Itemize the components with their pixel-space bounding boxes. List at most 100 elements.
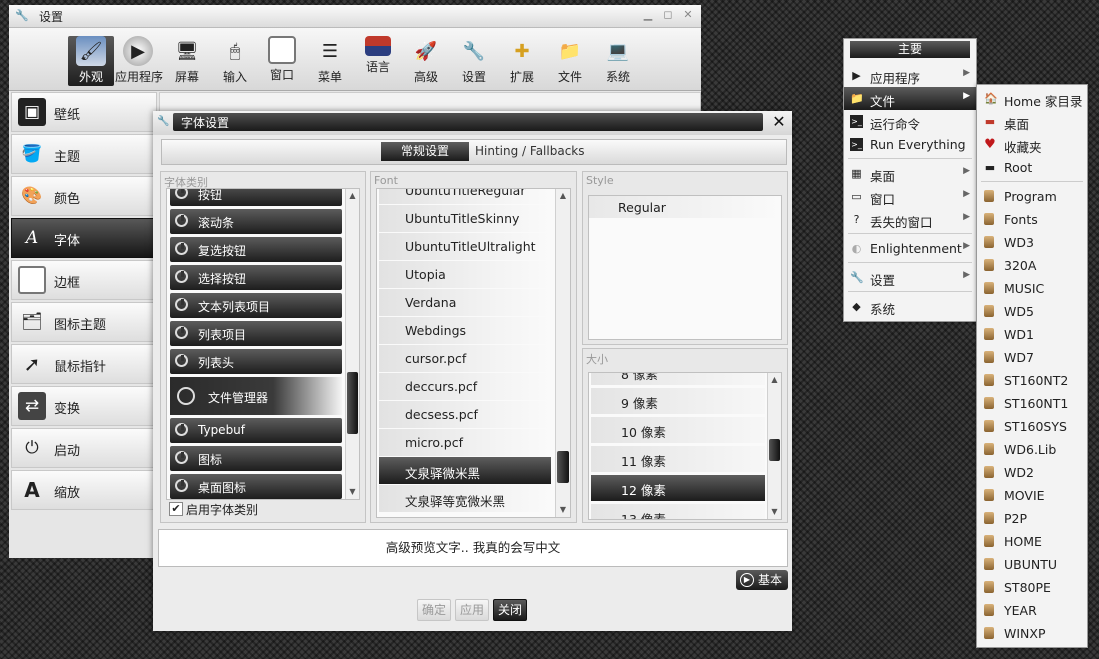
list-item[interactable]: Regular (589, 196, 781, 218)
submenu-item-volume[interactable]: ST160SYS (977, 415, 1087, 438)
list-item[interactable]: micro.pcf (379, 429, 551, 456)
close-icon[interactable]: ✕ (681, 8, 695, 22)
submenu-item-volume[interactable]: HOME (977, 530, 1087, 553)
tool-appearance[interactable]: 🖌 外观 (68, 36, 114, 86)
list-item[interactable]: 选择按钮 (170, 265, 342, 290)
scroll-down-icon[interactable]: ▼ (556, 505, 570, 515)
close-button[interactable]: 关闭 (493, 599, 527, 621)
list-item[interactable]: UbuntuTitleUltralight (379, 233, 551, 260)
submenu-item-volume[interactable]: WD5 (977, 300, 1087, 323)
sidebar-item-startup[interactable]: ⏻ 启动 (11, 428, 157, 468)
submenu-item-home[interactable]: 🏠 Home 家目录 (977, 87, 1087, 110)
tool-advanced[interactable]: 🚀 高级 (403, 36, 449, 86)
list-item[interactable]: Verdana (379, 289, 551, 316)
submenu-item-volume[interactable]: UBUNTU (977, 553, 1087, 576)
list-item[interactable]: 桌面图标 (170, 474, 342, 499)
category-scrollbar[interactable]: ▲ ▼ (345, 189, 359, 499)
menu-item-settings[interactable]: 🔧 设置 ▶ (844, 266, 976, 289)
scroll-up-icon[interactable]: ▲ (768, 375, 781, 385)
scroll-thumb[interactable] (769, 439, 780, 461)
list-item[interactable]: UbuntuTitleSkinny (379, 205, 551, 232)
sidebar-item-wallpaper[interactable]: ▣ 壁纸 (11, 92, 157, 132)
enable-categories-checkbox[interactable]: ✔ (169, 502, 183, 516)
submenu-item-volume[interactable]: Fonts (977, 208, 1087, 231)
list-item[interactable]: 列表项目 (170, 321, 342, 346)
size-scrollbar[interactable]: ▲ ▼ (767, 373, 781, 519)
sidebar-item-theme[interactable]: 🪣 主题 (11, 134, 157, 174)
category-list[interactable]: 按钮 滚动条 复选按钮 选择按钮 文本列表项目 列表项目 列表头 文件管理器 T… (166, 188, 360, 500)
list-item-selected[interactable]: 文件管理器 (170, 377, 342, 415)
tool-input[interactable]: 🖱 输入 (212, 36, 258, 86)
list-item[interactable]: decsess.pcf (379, 401, 551, 428)
tool-applications[interactable]: ▶ 应用程序 (115, 36, 163, 86)
tool-system[interactable]: 💻 系统 (595, 36, 641, 86)
submenu-item-volume[interactable]: Program (977, 185, 1087, 208)
list-item[interactable]: 9 像素 (591, 388, 765, 414)
submenu-item-volume[interactable]: ST160NT1 (977, 392, 1087, 415)
submenu-item-volume[interactable]: WD2 (977, 461, 1087, 484)
menu-item-applications[interactable]: ▶ 应用程序 ▶ (844, 64, 976, 87)
submenu-item-desktop[interactable]: ▬ 桌面 (977, 110, 1087, 133)
submenu-item-volume[interactable]: WD6.Lib (977, 438, 1087, 461)
submenu-item-volume[interactable]: WINXP (977, 622, 1087, 645)
scroll-up-icon[interactable]: ▲ (556, 191, 570, 201)
list-item[interactable]: cursor.pcf (379, 345, 551, 372)
apply-button[interactable]: 应用 (455, 599, 489, 621)
sidebar-item-fonts[interactable]: A 字体 (11, 218, 157, 258)
list-item[interactable]: deccurs.pcf (379, 373, 551, 400)
list-item[interactable]: 文本列表项目 (170, 293, 342, 318)
tab-general[interactable]: 常规设置 (381, 142, 469, 161)
menu-item-enlightenment[interactable]: ◐ Enlightenment ▶ (844, 237, 976, 260)
dialog-titlebar[interactable]: 🔧 字体设置 ✕ (153, 111, 792, 135)
scroll-up-icon[interactable]: ▲ (346, 191, 359, 201)
ok-button[interactable]: 确定 (417, 599, 451, 621)
list-item[interactable]: 10 像素 (591, 417, 765, 443)
list-item[interactable]: 13 像素 (591, 504, 765, 519)
menu-item-system[interactable]: ◆ 系统 (844, 295, 976, 318)
settings-titlebar[interactable]: 🔧 设置 ▁ ◻ ✕ (9, 5, 701, 28)
menu-item-lost-windows[interactable]: ? 丢失的窗口 ▶ (844, 208, 976, 231)
scroll-thumb[interactable] (347, 372, 358, 434)
sidebar-item-transitions[interactable]: ⇄ 变换 (11, 386, 157, 426)
list-item[interactable]: UbuntuTitleRegular (379, 189, 551, 204)
sidebar-item-mouse-cursor[interactable]: ➚ 鼠标指针 (11, 344, 157, 384)
scroll-down-icon[interactable]: ▼ (346, 487, 359, 497)
menu-item-run-everything[interactable]: >_ Run Everything (844, 133, 976, 156)
menu-item-files[interactable]: 📁 文件 ▶ (844, 87, 976, 110)
tab-hinting[interactable]: Hinting / Fallbacks (475, 144, 585, 158)
font-scrollbar[interactable]: ▲ ▼ (555, 189, 570, 517)
submenu-item-root[interactable]: ▬ Root (977, 156, 1087, 179)
tool-extensions[interactable]: ✚ 扩展 (499, 36, 545, 86)
submenu-item-volume[interactable]: 320A (977, 254, 1087, 277)
list-item[interactable]: 8 像素 (591, 373, 765, 385)
tool-menus[interactable]: ☰ 菜单 (307, 36, 353, 86)
list-item[interactable]: 图标 (170, 446, 342, 471)
font-list[interactable]: UbuntuTitleRegular UbuntuTitleSkinny Ubu… (376, 188, 571, 518)
scroll-thumb[interactable] (557, 451, 569, 483)
list-item[interactable]: 复选按钮 (170, 237, 342, 262)
sidebar-item-colors[interactable]: 🎨 颜色 (11, 176, 157, 216)
tool-files[interactable]: 📁 文件 (547, 36, 593, 86)
submenu-item-volume[interactable]: WD7 (977, 346, 1087, 369)
submenu-item-volume[interactable]: ST80PE (977, 576, 1087, 599)
close-icon[interactable]: ✕ (770, 113, 788, 131)
sidebar-item-borders[interactable]: 边框 (11, 260, 157, 300)
list-item[interactable]: Utopia (379, 261, 551, 288)
tool-settings[interactable]: 🔧 设置 (451, 36, 497, 86)
list-item[interactable]: 按钮 (170, 189, 342, 206)
submenu-item-volume[interactable]: P2P (977, 507, 1087, 530)
submenu-item-volume[interactable]: ST160NT2 (977, 369, 1087, 392)
submenu-item-favorites[interactable]: ♥ 收藏夹 (977, 133, 1087, 156)
submenu-item-volume[interactable]: YEAR (977, 599, 1087, 622)
list-item-selected[interactable]: 文泉驿微米黑 (379, 457, 551, 484)
maximize-icon[interactable]: ◻ (661, 8, 675, 22)
style-list[interactable]: Regular (588, 195, 782, 340)
minimize-icon[interactable]: ▁ (641, 8, 655, 22)
submenu-item-volume[interactable]: WD3 (977, 231, 1087, 254)
menu-item-windows[interactable]: ▭ 窗口 ▶ (844, 185, 976, 208)
menu-item-run-command[interactable]: >_ 运行命令 (844, 110, 976, 133)
sidebar-item-scaling[interactable]: A 缩放 (11, 470, 157, 510)
sidebar-item-icon-theme[interactable]: 🗂 图标主题 (11, 302, 157, 342)
list-item[interactable]: Webdings (379, 317, 551, 344)
list-item[interactable]: 11 像素 (591, 446, 765, 472)
